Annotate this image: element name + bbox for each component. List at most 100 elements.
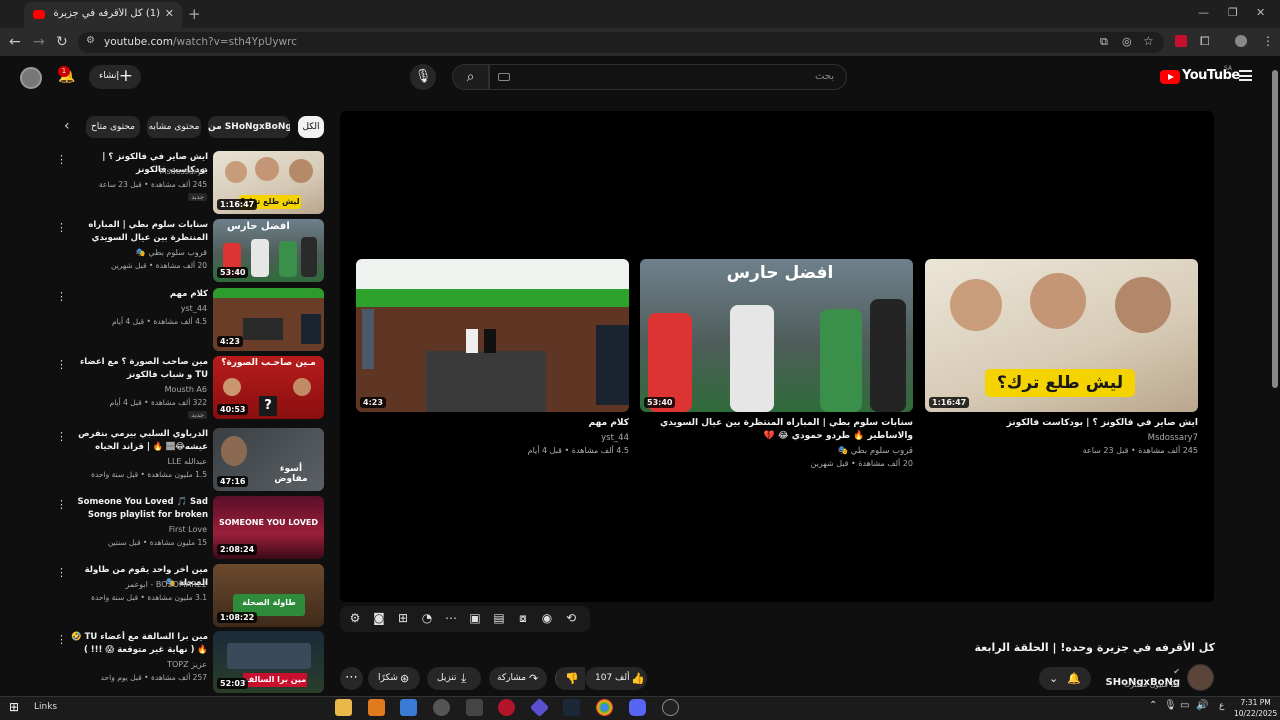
site-info-icon[interactable]: ⚙ <box>86 35 95 46</box>
screenshot-camera-icon[interactable]: ◙ <box>370 611 388 625</box>
endscreen-video-card[interactable]: 4:23 <box>356 259 629 412</box>
more-actions-icon[interactable]: ⋮ <box>56 430 67 443</box>
recommendation-item[interactable]: ⋮ مـين صاحـب الصورة؟ ? 40:53 مين صاحب ال… <box>56 356 326 422</box>
recommendation-item[interactable]: ⋮ طاولة الصحلة 1:08:22 مين اخر واحد يقوم… <box>56 564 326 630</box>
playback-speed-icon[interactable]: ◔ <box>418 611 436 625</box>
film-strip-icon[interactable]: ▤ <box>490 611 508 625</box>
search-button[interactable]: ⌕ <box>452 64 489 90</box>
network-icon[interactable]: ▭ <box>1180 700 1189 711</box>
recommendation-item[interactable]: ⋮ ليش طلع ترك؟ 1:16:47 ايش صاير في فالكو… <box>56 151 326 217</box>
channel-name[interactable]: عبدالله LLE <box>168 457 208 466</box>
chip-related[interactable]: محتوى مشابه <box>147 116 201 138</box>
voice-search-mic-icon[interactable]: 🎙 <box>410 64 436 90</box>
more-actions-icon[interactable]: ⋮ <box>56 358 67 371</box>
settings-gear-icon[interactable]: ⚙ <box>346 611 364 625</box>
recommendation-item[interactable]: ⋮ افضل حارس 53:40 سنابات سلوم بطي | المب… <box>56 219 326 285</box>
audio-wave-icon[interactable]: ◉ <box>538 611 556 625</box>
endscreen-video-card[interactable]: ليش طلع ترك؟ 1:16:47 <box>925 259 1198 412</box>
recommendation-item[interactable]: ⋮ SOMEONE YOU LOVED 2:08:24 Someone You … <box>56 496 326 562</box>
chip-from-channel[interactable]: من SHoNgxBoNg <box>208 116 290 138</box>
add-clip-icon[interactable]: ⊞ <box>394 611 412 625</box>
tray-chevron-icon[interactable]: ⌃ <box>1149 700 1157 711</box>
video-thumbnail[interactable]: أسوء مفاوض 47:16 <box>213 428 324 491</box>
channel-name[interactable]: عزيز TOPZ <box>167 660 207 669</box>
maximize-icon[interactable]: ❐ <box>1228 6 1238 19</box>
extension-icon[interactable] <box>1175 35 1187 47</box>
eye-off-icon[interactable]: ◎ <box>1122 35 1132 48</box>
channel-name[interactable]: First Love <box>169 525 207 534</box>
minimize-icon[interactable]: — <box>1198 6 1209 19</box>
app-icon[interactable] <box>466 699 483 716</box>
search-input[interactable]: بحث <box>489 64 847 90</box>
forward-icon[interactable]: → <box>33 34 45 50</box>
thanks-button[interactable]: شكرًا ⊛ <box>368 667 420 690</box>
recommendation-item[interactable]: ⋮ 4:23 كلام مهم yst_44 4.5 ألف مشاهدة • … <box>56 288 326 354</box>
steam-icon[interactable] <box>563 699 580 716</box>
video-thumbnail[interactable]: طاولة الصحلة 1:08:22 <box>213 564 324 627</box>
scrollbar-thumb[interactable] <box>1272 70 1278 388</box>
bookmark-star-icon[interactable]: ☆ <box>1143 34 1154 48</box>
guide-menu-icon[interactable] <box>1239 70 1252 81</box>
browser-tab[interactable]: (1) كل الأقرفه في جزيرة وحده! | ال ✕ <box>24 2 182 28</box>
endscreen-video-card[interactable]: افضل حارس 53:40 <box>640 259 913 412</box>
channel-avatar[interactable] <box>1187 664 1214 691</box>
channel-name[interactable]: BO3OMAR22 - ابوعمر <box>125 580 207 589</box>
extensions-puzzle-icon[interactable]: ⧠ <box>1200 34 1210 49</box>
more-actions-icon[interactable]: ⋮ <box>56 290 67 303</box>
record-screen-icon[interactable]: ⧇ <box>514 611 532 626</box>
video-thumbnail[interactable]: SOMEONE YOU LOVED 2:08:24 <box>213 496 324 559</box>
back-icon[interactable]: ← <box>9 34 21 50</box>
app-icon[interactable] <box>433 699 450 716</box>
keyboard-icon[interactable] <box>498 73 510 81</box>
vlc-icon[interactable] <box>368 699 385 716</box>
taskbar-links-label[interactable]: Links <box>34 702 57 712</box>
store-icon[interactable] <box>400 699 417 716</box>
new-tab-icon[interactable]: + <box>188 5 201 23</box>
chip-more[interactable]: محتوى متاح <box>86 116 140 138</box>
video-thumbnail[interactable]: افضل حارس 53:40 <box>213 219 324 282</box>
app-icon[interactable] <box>498 699 515 716</box>
install-app-icon[interactable]: ⧉ <box>1100 35 1108 49</box>
channel-name[interactable]: Msdossary7 <box>160 167 207 176</box>
download-button[interactable]: تنزيل ⤓ <box>427 667 481 690</box>
video-thumbnail[interactable]: مـين صاحـب الصورة؟ ? 40:53 <box>213 356 324 419</box>
recommendation-item[interactable]: ⋮ أسوء مفاوض 47:16 الدرباوي السلبي بيرمي… <box>56 428 326 494</box>
more-actions-icon[interactable]: ⋮ <box>56 221 67 234</box>
profile-icon[interactable] <box>1235 35 1247 47</box>
channel-name[interactable]: Mousth A6 <box>165 385 207 394</box>
subscribed-button[interactable]: ⌄ 🔔 <box>1039 667 1091 690</box>
channel-name[interactable]: yst_44 <box>181 304 207 313</box>
language-indicator[interactable]: ع <box>1219 701 1224 711</box>
more-actions-icon[interactable]: ⋮ <box>56 566 67 579</box>
microphone-tray-icon[interactable]: 🎙 <box>1164 700 1177 711</box>
video-thumbnail[interactable]: مين برا السالفة 52:03 <box>213 631 324 693</box>
chip-scroll-left-icon[interactable]: ‹ <box>64 118 70 134</box>
create-button[interactable]: إنشاء + <box>89 65 141 89</box>
file-explorer-icon[interactable] <box>335 699 352 716</box>
loop-icon[interactable]: ⟲ <box>562 611 580 625</box>
more-actions-icon[interactable]: ⋮ <box>56 153 67 166</box>
obs-icon[interactable] <box>662 699 679 716</box>
chapters-icon[interactable]: ⋯ <box>442 611 460 625</box>
more-actions-icon[interactable]: ⋮ <box>56 633 67 646</box>
channel-name[interactable]: قروب سلوم بطي 🎭 <box>136 248 207 257</box>
video-thumbnail[interactable]: ليش طلع ترك؟ 1:16:47 <box>213 151 324 214</box>
volume-icon[interactable]: 🔊 <box>1196 700 1208 711</box>
dislike-button[interactable]: 👎 <box>555 667 585 690</box>
page-scrollbar[interactable] <box>1270 60 1280 696</box>
share-button[interactable]: مشاركة ↷ <box>489 667 547 690</box>
address-bar[interactable]: ⚙ youtube.com/watch?v=sth4YpUywrc <box>78 32 1164 53</box>
browser-menu-icon[interactable]: ⋮ <box>1262 34 1274 48</box>
more-actions-icon[interactable]: ⋮ <box>56 498 67 511</box>
taskbar-clock[interactable]: 7:31 PM 10/22/2025 <box>1234 697 1277 719</box>
close-window-icon[interactable]: ✕ <box>1256 6 1265 19</box>
account-avatar[interactable] <box>20 67 42 89</box>
close-tab-icon[interactable]: ✕ <box>165 7 174 20</box>
chrome-icon[interactable] <box>596 699 613 716</box>
like-button[interactable]: 107 ألف 👍 <box>585 667 647 690</box>
discord-icon[interactable] <box>629 699 646 716</box>
more-actions-button[interactable]: ⋯ <box>340 667 363 690</box>
chip-all[interactable]: الكل <box>298 116 324 138</box>
recommendation-item[interactable]: ⋮ مين برا السالفة 52:03 مين برا السالفة … <box>56 631 326 693</box>
windows-start-icon[interactable]: ⊞ <box>9 700 19 714</box>
